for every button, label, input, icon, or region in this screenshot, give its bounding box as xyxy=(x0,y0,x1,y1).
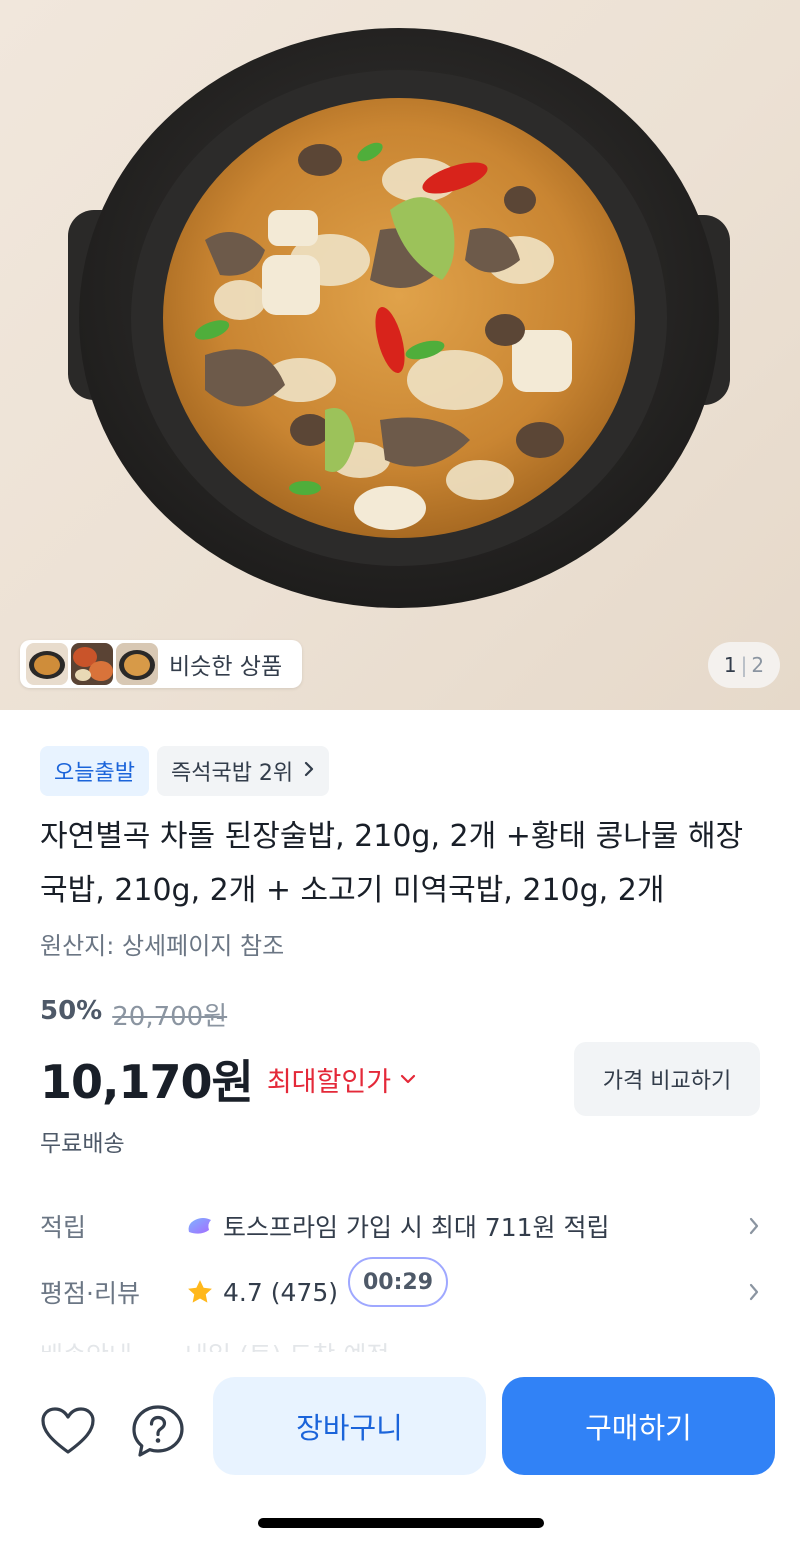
max-discount-toggle[interactable]: 최대할인가 xyxy=(267,1060,417,1099)
home-indicator[interactable] xyxy=(258,1518,544,1528)
heart-icon xyxy=(41,1407,95,1454)
points-value: 토스프라임 가입 시 최대 711원 적립 xyxy=(185,1208,736,1244)
points-row[interactable]: 적립 토스프라임 가입 시 최대 711원 적립 xyxy=(40,1196,760,1256)
similar-product-thumbnail xyxy=(26,643,68,685)
rating-value: 4.7 (475) 00:29 xyxy=(185,1257,736,1317)
page-current: 1 xyxy=(723,653,737,677)
product-title: 자연별곡 차돌 된장술밥, 210g, 2개 +황태 콩나물 해장국밥, 210… xyxy=(40,819,744,908)
product-badges: 오늘출발 즉석국밥 2위 xyxy=(40,746,330,796)
shipping-info: 무료배송 xyxy=(40,1131,125,1157)
similar-product-thumbnail xyxy=(71,643,113,685)
similar-products-chip[interactable]: 비슷한 상품 xyxy=(20,640,302,688)
original-price: 20,700원 xyxy=(112,1002,228,1032)
sale-price: 10,170원 xyxy=(40,1055,254,1109)
help-icon xyxy=(132,1405,184,1457)
image-page-indicator: 1 | 2 xyxy=(708,642,780,688)
ranking-badge[interactable]: 즉석국밥 2위 xyxy=(156,746,330,796)
today-shipping-badge: 오늘출발 xyxy=(40,746,149,796)
today-shipping-label: 오늘출발 xyxy=(54,761,135,786)
review-count: (475) xyxy=(270,1277,338,1307)
ranking-label: 즉석국밥 2위 xyxy=(170,761,294,786)
product-origin: 원산지: 상세페이지 참조 xyxy=(40,932,285,960)
rating-label: 평점·리뷰 xyxy=(40,1279,140,1308)
compare-price-button[interactable]: 가격 비교하기 xyxy=(574,1042,760,1116)
add-to-cart-button[interactable]: 장바구니 xyxy=(213,1377,486,1475)
price-row: 10,170원 최대할인가 xyxy=(40,1046,417,1112)
points-label: 적립 xyxy=(40,1213,87,1242)
page-separator: | xyxy=(740,653,748,677)
max-discount-label: 최대할인가 xyxy=(266,1066,392,1098)
chevron-right-icon xyxy=(303,759,315,783)
page-total: 2 xyxy=(751,653,765,677)
chevron-right-icon xyxy=(736,1282,760,1302)
toss-prime-icon xyxy=(188,1218,211,1234)
product-image[interactable]: 비슷한 상품 1 | 2 xyxy=(0,0,800,710)
similar-product-thumbnail xyxy=(116,643,158,685)
similar-products-label: 비슷한 상품 xyxy=(169,654,283,680)
soup-pot-illustration xyxy=(68,28,730,608)
discount-row: 50% 20,700원 xyxy=(40,996,227,1033)
rating-score: 4.7 xyxy=(223,1277,263,1307)
rating-row[interactable]: 평점·리뷰 4.7 (475) 00:29 xyxy=(40,1257,760,1322)
inquiry-button[interactable] xyxy=(126,1399,190,1463)
product-detail-page: 비슷한 상품 1 | 2 오늘출발 즉석국밥 2위 자연별곡 차돌 된장술밥, … xyxy=(0,0,800,1545)
points-text: 토스프라임 가입 시 최대 711원 적립 xyxy=(223,1213,610,1242)
chevron-down-icon xyxy=(400,1074,416,1084)
star-icon xyxy=(188,1280,212,1303)
wishlist-button[interactable] xyxy=(36,1399,100,1463)
discount-rate: 50% xyxy=(40,996,103,1026)
timer-badge: 00:29 xyxy=(348,1257,448,1307)
chevron-right-icon xyxy=(736,1216,760,1236)
buy-now-button[interactable]: 구매하기 xyxy=(502,1377,775,1475)
bottom-action-bar: 장바구니 구매하기 xyxy=(0,1352,800,1545)
